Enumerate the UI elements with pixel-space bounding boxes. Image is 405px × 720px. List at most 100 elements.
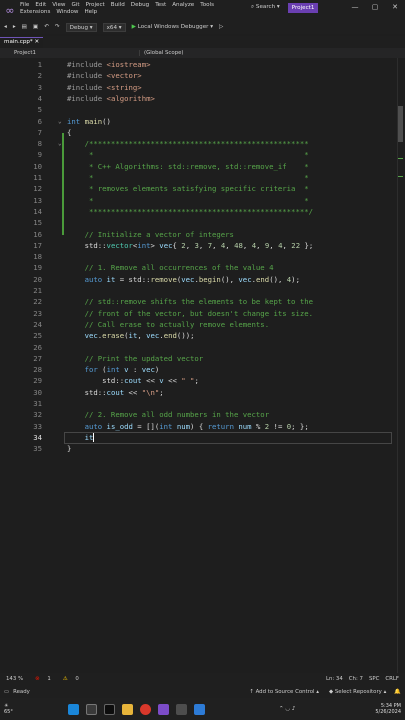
code-line[interactable]: 22 // std::remove shifts the elements to… [0,296,405,307]
code-line[interactable]: 29 std::cout << v << " "; [0,375,405,386]
warning-icon: ⚠ [62,676,68,682]
zoom-level[interactable]: 143 % [6,676,23,682]
code-text: * * [67,149,309,160]
code-line[interactable]: 1 #include <iostream> [0,59,405,70]
platform-dropdown[interactable]: x64 ▾ [102,22,126,32]
code-line[interactable]: 6 ⌄ int main() [0,116,405,127]
code-line[interactable]: 15 [0,217,405,228]
menu-item-build[interactable]: Build [111,2,125,9]
maximize-icon[interactable]: ▢ [365,3,385,11]
menu-item-git[interactable]: Git [72,2,80,9]
menu-item-project[interactable]: Project [86,2,105,9]
global-scope-dropdown[interactable]: (Global Scope) [140,50,184,56]
line-number: 12 [33,184,42,194]
code-line[interactable]: 8 ⌄ /************************************… [0,138,405,149]
menu-item-extensions[interactable]: Extensions [20,9,50,16]
code-line[interactable]: 20 auto it = std::remove(vec.begin(), ve… [0,274,405,285]
code-line[interactable]: 12 * removes elements satisfying specifi… [0,183,405,194]
menu-item-view[interactable]: View [52,2,65,9]
minimize-icon[interactable]: — [345,3,365,11]
code-line[interactable]: 17 std::vector<int> vec{ 2, 3, 7, 4, 48,… [0,240,405,251]
code-line[interactable]: 16 // Initialize a vector of integers [0,229,405,240]
code-line[interactable]: 21 [0,285,405,296]
code-line[interactable]: 34 it [0,432,405,443]
menu-item-test[interactable]: Test [155,2,166,9]
code-line[interactable]: 23 // front of the vector, but doesn't c… [0,308,405,319]
code-line[interactable]: 31 [0,398,405,409]
text-cursor [93,432,95,442]
chrome-icon[interactable] [140,703,151,715]
save-icon[interactable]: ▣ [33,24,38,30]
file-explorer-icon[interactable] [122,703,133,715]
visual-studio-logo-icon[interactable]: ∞ [0,0,20,20]
menu-item-window[interactable]: Window [56,9,78,16]
search-box[interactable]: ⌕ Search ▾ [251,4,280,11]
tab-main-cpp[interactable]: main.cpp* ✕ [0,37,44,48]
code-text: // front of the vector, but doesn't chan… [67,308,313,319]
code-line[interactable]: 25 vec.erase(it, vec.end()); [0,330,405,341]
fold-toggle-icon[interactable]: ⌄ [58,138,62,149]
code-text: #include <string> [67,82,142,93]
code-line[interactable]: 24 // Call erase to actually remove elem… [0,319,405,330]
configuration-dropdown[interactable]: Debug ▾ [65,22,97,32]
notifications-icon[interactable]: 🔔 [394,689,401,695]
code-line[interactable]: 35} [0,443,405,454]
code-line[interactable]: 5 [0,104,405,115]
project-scope-dropdown[interactable]: Project1 [0,50,140,56]
code-line[interactable]: 9 * * [0,149,405,160]
undo-icon[interactable]: ↶ [44,24,49,30]
menu-item-tools[interactable]: Tools [200,2,214,9]
repository-label: Select Repository [334,688,382,695]
run-debugger-button[interactable]: ▶ Local Windows Debugger ▾ [132,24,213,30]
close-tab-icon[interactable]: ✕ [35,39,40,45]
error-indicator[interactable]: ⊗ 1 [29,676,51,682]
menu-item-file[interactable]: File [20,2,29,9]
menu-item-analyze[interactable]: Analyze [172,2,194,9]
visual-studio-icon[interactable] [158,703,169,715]
code-line[interactable]: 4 #include <algorithm> [0,93,405,104]
code-line[interactable]: 2 #include <vector> [0,70,405,81]
new-file-icon[interactable]: ▤ [22,24,27,30]
search-icon[interactable] [86,703,97,715]
warning-indicator[interactable]: ⚠ 0 [57,676,79,682]
code-line[interactable]: 18 [0,251,405,262]
menu-item-edit[interactable]: Edit [35,2,46,9]
close-icon[interactable]: ✕ [385,3,405,11]
line-number: 26 [33,342,42,352]
select-repository-button[interactable]: ◆ Select Repository ▴ [329,689,386,695]
back-icon[interactable]: ◂ [4,24,7,30]
code-line[interactable]: 27 // Print the updated vector [0,353,405,364]
clock[interactable]: 5:34 PM 5/26/2024 [375,703,405,715]
task-view-icon[interactable] [104,703,115,715]
code-line[interactable]: 26 [0,342,405,353]
system-tray-icon[interactable]: ⌃ ◡ ♪ [279,706,295,712]
toolbar: ◂ ▸ ▤ ▣ ↶ ↷ Debug ▾ x64 ▾ ▶ Local Window… [0,20,405,34]
menu-item-debug[interactable]: Debug [131,2,149,9]
code-line[interactable]: 33 auto is_odd = [](int num) { return nu… [0,421,405,432]
app-icon[interactable] [194,703,205,715]
code-line[interactable]: 10 * C++ Algorithms: std::remove, std::r… [0,161,405,172]
forward-icon[interactable]: ▸ [13,24,16,30]
fold-toggle-icon[interactable]: ⌄ [58,116,62,127]
menu-item-help[interactable]: Help [84,9,97,16]
weather-widget[interactable]: ☀ 65° [4,703,44,715]
source-control-button[interactable]: ↑ Add to Source Control ▴ [249,689,319,695]
code-line[interactable]: 28 for (int v : vec) [0,364,405,375]
run-without-debug-icon[interactable]: ▷ [219,24,223,30]
code-text: std::vector<int> vec{ 2, 3, 7, 4, 48, 4,… [67,240,314,251]
code-line[interactable]: 7{ [0,127,405,138]
code-line[interactable]: 3 #include <string> [0,82,405,93]
start-icon[interactable] [68,703,79,715]
code-editor[interactable]: 1 #include <iostream> 2 #include <vector> 3 #… [0,58,405,673]
app-icon[interactable] [176,703,187,715]
code-line[interactable]: 32 // 2. Remove all odd numbers in the v… [0,409,405,420]
code-line[interactable]: 14 *************************************… [0,206,405,217]
code-token: num [238,421,252,431]
code-token: "\n" [141,387,160,397]
redo-icon[interactable]: ↷ [55,24,60,30]
code-line[interactable]: 19 // 1. Remove all occurrences of the v… [0,262,405,273]
line-number: 28 [33,365,42,375]
code-line[interactable]: 30 std::cout << "\n"; [0,387,405,398]
code-line[interactable]: 13 * * [0,195,405,206]
code-line[interactable]: 11 * * [0,172,405,183]
